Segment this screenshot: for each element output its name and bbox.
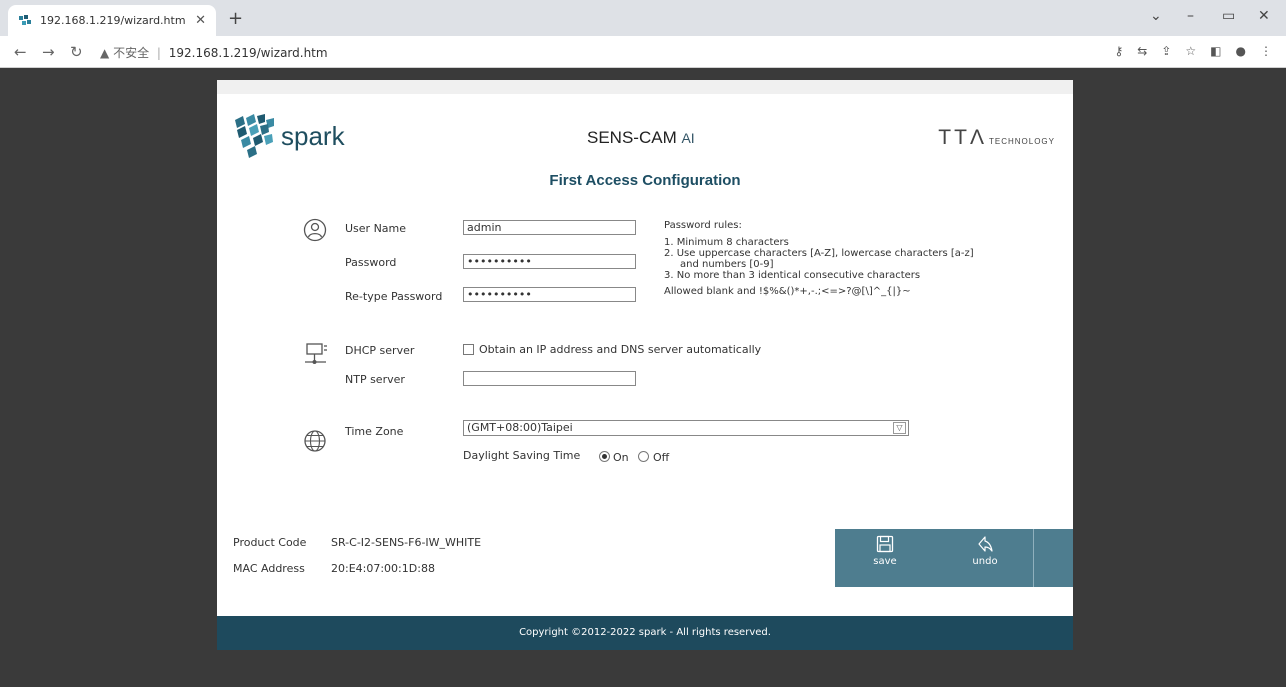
save-icon: [876, 535, 894, 553]
product-code-label: Product Code: [233, 536, 307, 549]
copyright-text: Copyright ©2012-2022 spark - All rights …: [519, 627, 771, 638]
action-bar: save undo: [835, 529, 1073, 587]
action-divider: [1033, 529, 1034, 587]
dst-off-label: Off: [653, 451, 670, 464]
new-tab-button[interactable]: +: [228, 8, 243, 29]
tab-close-icon[interactable]: ✕: [195, 13, 206, 28]
insecure-label: 不安全: [113, 46, 150, 60]
dst-on-label: On: [613, 451, 629, 464]
allowed-characters: Allowed blank and !$%&()*+,-.;<=>?@[\]^_…: [664, 286, 911, 297]
close-window-button[interactable]: ✕: [1258, 8, 1270, 24]
spark-logo-icon: [235, 114, 274, 158]
dst-off-radio[interactable]: [638, 451, 649, 462]
dhcp-server-label: DHCP server: [345, 344, 415, 357]
bookmark-star-icon[interactable]: ☆: [1185, 44, 1196, 58]
password-rule: 3. No more than 3 identical consecutive …: [664, 270, 921, 281]
spark-logo: spark: [235, 114, 345, 158]
side-panel-icon[interactable]: ◧: [1210, 44, 1221, 58]
url-text: 192.168.1.219/wizard.htm: [168, 46, 328, 60]
password-rule: and numbers [0-9]: [680, 259, 774, 270]
spark-favicon-icon: [18, 14, 32, 28]
undo-button[interactable]: undo: [935, 529, 1035, 587]
forward-arrow-icon[interactable]: →: [42, 43, 55, 61]
time-zone-value: (GMT+08:00)Taipei: [467, 421, 573, 434]
restore-button[interactable]: ▭: [1222, 8, 1235, 24]
ttm-technology-logo: TTΛ TECHNOLOGY: [938, 126, 1055, 150]
url-separator: |: [156, 46, 161, 60]
password-rules: Password rules: 1. Minimum 8 characters …: [664, 220, 974, 297]
menu-icon[interactable]: ⋮: [1260, 44, 1272, 58]
footer: Copyright ©2012-2022 spark - All rights …: [217, 616, 1073, 650]
translate-icon[interactable]: ⇆: [1137, 44, 1147, 58]
retype-password-label: Re-type Password: [345, 290, 443, 303]
undo-label: undo: [972, 556, 998, 567]
logo-text: spark: [281, 120, 345, 151]
share-icon[interactable]: ⇪: [1161, 44, 1171, 58]
user-name-input[interactable]: admin: [463, 220, 636, 235]
network-icon: [305, 343, 327, 364]
product-title: SENS-CAM AI: [587, 128, 695, 148]
time-zone-select[interactable]: (GMT+08:00)Taipei ▽: [463, 420, 909, 436]
mac-address-value: 20:E4:07:00:1D:88: [331, 562, 435, 575]
tab-search-icon[interactable]: ⌄: [1150, 8, 1162, 24]
password-label: Password: [345, 256, 397, 269]
page-title: First Access Configuration: [549, 172, 741, 189]
product-name: SENS-CAM: [587, 128, 677, 147]
minimize-button[interactable]: –: [1187, 8, 1194, 24]
mac-address-label: MAC Address: [233, 562, 305, 575]
browser-tab-bar: 192.168.1.219/wizard.htm ✕ + ⌄ – ▭ ✕: [0, 0, 1286, 36]
retype-password-input[interactable]: ••••••••••: [463, 287, 636, 302]
tab-title: 192.168.1.219/wizard.htm: [40, 14, 186, 27]
password-rules-title: Password rules:: [664, 220, 742, 231]
undo-icon: [978, 536, 993, 552]
product-code-value: SR-C-I2-SENS-F6-IW_WHITE: [331, 536, 482, 549]
back-arrow-icon[interactable]: ←: [14, 43, 27, 61]
address-bar: ← → ↻ ▲ 不安全 | 192.168.1.219/wizard.htm ⚷…: [0, 36, 1286, 68]
ntp-server-input[interactable]: [463, 371, 636, 386]
password-input[interactable]: ••••••••••: [463, 254, 636, 269]
dst-on-radio[interactable]: [599, 451, 610, 462]
ntp-server-label: NTP server: [345, 373, 405, 386]
password-rule: 2. Use uppercase characters [A-Z], lower…: [664, 248, 974, 259]
user-name-label: User Name: [345, 222, 407, 235]
page-top-strip: [217, 80, 1073, 94]
browser-tab[interactable]: 192.168.1.219/wizard.htm ✕: [8, 5, 216, 36]
user-icon: [303, 218, 327, 242]
reload-icon[interactable]: ↻: [70, 43, 83, 61]
address-bar-icons: ⚷ ⇆ ⇪ ☆ ◧ ● ⋮: [1114, 44, 1272, 58]
time-zone-label: Time Zone: [345, 425, 404, 438]
ttm-technology-text: TECHNOLOGY: [988, 137, 1055, 146]
dhcp-option-label: Obtain an IP address and DNS server auto…: [479, 343, 762, 356]
warning-icon: ▲: [100, 46, 110, 60]
dst-label: Daylight Saving Time: [463, 449, 581, 462]
ttm-mark: TTΛ: [938, 126, 987, 149]
dropdown-arrow-icon[interactable]: ▽: [893, 422, 906, 434]
key-icon[interactable]: ⚷: [1114, 44, 1123, 58]
globe-icon: [304, 430, 326, 452]
save-label: save: [873, 556, 897, 567]
save-button[interactable]: save: [835, 529, 935, 587]
url-field[interactable]: ▲ 不安全 | 192.168.1.219/wizard.htm: [100, 44, 328, 61]
profile-icon[interactable]: ●: [1236, 44, 1246, 58]
password-rule: 1. Minimum 8 characters: [664, 237, 789, 248]
dhcp-checkbox[interactable]: [463, 344, 474, 355]
wizard-page: spark SENS-CAM AI TTΛ TECHNOLOGY First A…: [217, 80, 1073, 650]
product-suffix: AI: [681, 130, 695, 146]
